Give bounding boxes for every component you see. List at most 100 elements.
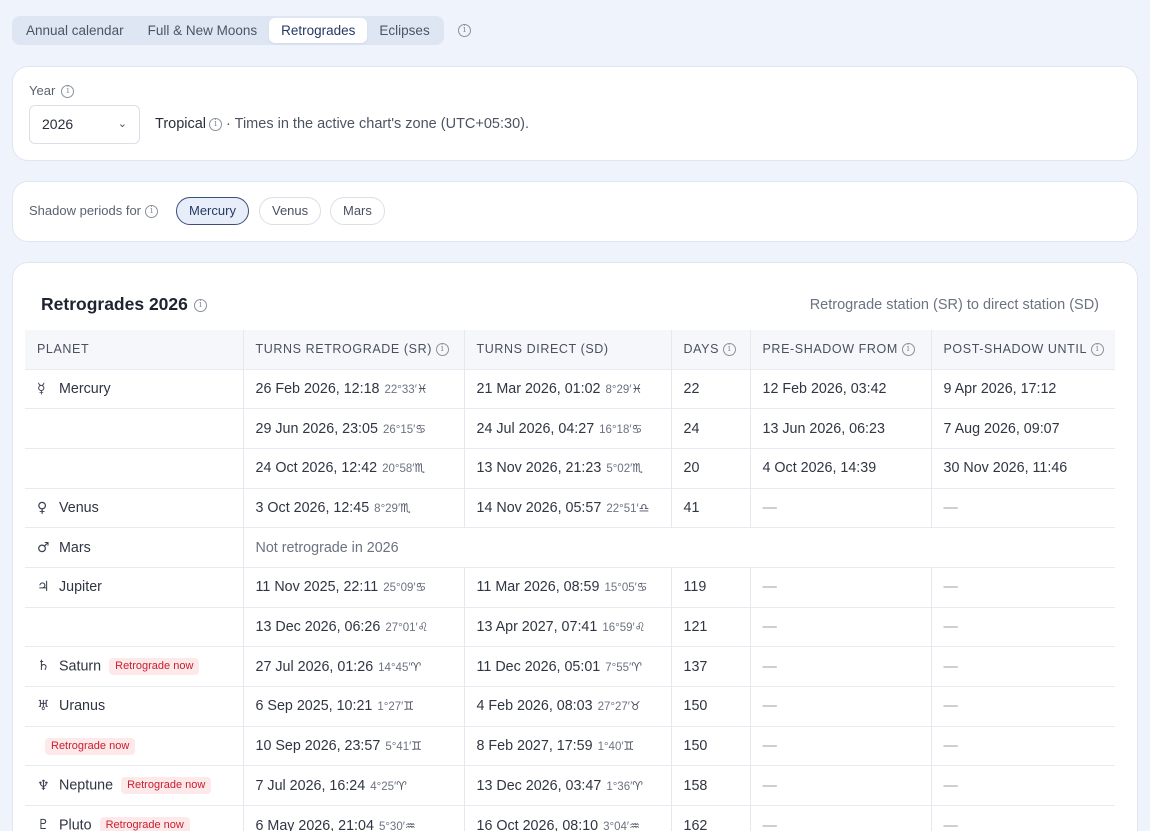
sd-degree: 27°27′ [597, 701, 630, 714]
days-cell: 22 [671, 368, 751, 409]
sd-cell: 4 Feb 2026, 08:03 27°27′♉ [464, 686, 672, 727]
info-icon[interactable]: i [436, 343, 449, 357]
info-icon[interactable]: i [61, 85, 75, 99]
sr-degree: 14°45′ [378, 661, 411, 674]
zodiac-sign-icon: ♎ [638, 500, 650, 515]
sd-cell: 13 Nov 2026, 21:23 5°02′♏ [464, 447, 672, 489]
pre-shadow-cell: — [750, 805, 932, 831]
planet-cell: ♆ Neptune Retrograde now [25, 765, 244, 806]
header-post-shadow: POST-SHADOW UNTIL i [931, 330, 1115, 369]
sr-cell: 6 Sep 2025, 10:21 1°27′♊ [243, 686, 465, 727]
post-shadow-cell: — [931, 686, 1115, 727]
planet-name: Uranus [59, 698, 106, 715]
post-shadow-cell: — [931, 765, 1115, 806]
zodiac-sign-icon: ♊ [623, 739, 635, 754]
days-cell: 24 [671, 408, 751, 449]
retrograde-now-badge: Retrograde now [121, 777, 212, 795]
sr-cell: 26 Feb 2026, 12:18 22°33′♓ [243, 368, 465, 409]
zone-note: · Times in the active chart's zone (UTC+… [226, 116, 530, 132]
sr-datetime: 26 Feb 2026, 12:18 [255, 380, 380, 397]
sd-cell: 11 Mar 2026, 08:59 15°05′♋ [464, 566, 672, 608]
tab-retrogrades[interactable]: Retrogrades [269, 18, 368, 43]
sd-degree: 16°59′ [602, 621, 635, 634]
table-title: Retrogrades 2026 [41, 294, 188, 314]
pre-shadow-cell: — [750, 606, 932, 647]
planet-name: Pluto [59, 817, 92, 831]
table-row: 29 Jun 2026, 23:05 26°15′♋ 24 Jul 2026, 04… [25, 408, 1115, 449]
zodiac-sign-icon: ♌ [634, 619, 646, 634]
info-icon[interactable]: i [458, 24, 471, 37]
sr-datetime: 24 Oct 2026, 12:42 [255, 460, 378, 477]
saturn-glyph-icon: ♄ [37, 658, 50, 675]
table-row: ♀ Venus 3 Oct 2026, 12:45 8°29′♏ 14 Nov 2026… [25, 487, 1115, 528]
tab-eclipses[interactable]: Eclipses [367, 18, 441, 43]
days-cell: 158 [671, 765, 751, 806]
sr-degree: 1°27′ [377, 701, 404, 714]
table-row: ♅ Uranus 6 Sep 2025, 10:21 1°27′♊ 4 Feb 2026… [25, 686, 1115, 727]
planet-cell [25, 408, 244, 449]
planet-cell [25, 447, 244, 489]
zodiac-sign-icon: ♋ [636, 580, 648, 595]
post-shadow-cell: — [931, 805, 1115, 831]
days-cell: 162 [671, 805, 751, 831]
sr-datetime: 29 Jun 2026, 23:05 [255, 420, 378, 437]
days-cell: 137 [671, 646, 751, 687]
zodiac-sign-icon: ♒ [404, 818, 416, 831]
sd-cell: 16 Oct 2026, 08:10 3°04′♒ [464, 805, 672, 831]
pluto-glyph-icon: ♇ [37, 817, 50, 831]
sd-cell: 13 Dec 2026, 03:47 1°36′♈ [464, 765, 672, 806]
pill-mercury[interactable]: Mercury [176, 197, 249, 225]
sd-degree: 3°04′ [603, 820, 630, 831]
sd-cell: 21 Mar 2026, 01:02 8°29′♓ [464, 368, 672, 409]
planet-name: Mercury [59, 380, 111, 397]
info-icon[interactable]: i [1091, 343, 1105, 357]
sd-datetime: 11 Dec 2026, 05:01 [476, 658, 601, 675]
sr-datetime: 13 Dec 2026, 06:26 [255, 618, 381, 635]
sd-cell: 8 Feb 2027, 17:59 1°40′♊ [464, 725, 672, 766]
sr-datetime: 3 Oct 2026, 12:45 [255, 499, 370, 516]
retrograde-now-badge: Retrograde now [99, 817, 190, 831]
table-header-row: PLANET TURNS RETROGRADE (SR) i TURNS DIRE… [25, 330, 1115, 369]
sr-cell: 6 May 2026, 21:04 5°30′♒ [243, 805, 465, 831]
zodiac-sign-icon: ♒ [629, 818, 640, 831]
sr-cell: 7 Jul 2026, 16:24 4°25′♈ [243, 765, 465, 806]
info-icon[interactable]: i [723, 343, 737, 357]
planet-cell: ♂ Mars [25, 527, 244, 568]
retrogrades-table-card: Retrogrades 2026 i Retrograde station (SR… [12, 262, 1138, 831]
sd-cell: 24 Jul 2026, 04:27 16°18′♋ [464, 408, 672, 449]
tab-annual-calendar[interactable]: Annual calendar [14, 18, 136, 43]
pill-venus[interactable]: Venus [259, 197, 322, 225]
sr-degree: 20°58′ [382, 463, 415, 476]
year-settings-card: Year i 2026 ⌄ Tropical i · Times in the act… [12, 66, 1138, 161]
zodiac-sign-icon: ♓ [416, 381, 428, 396]
sd-datetime: 13 Nov 2026, 21:23 [476, 460, 602, 477]
pill-mars[interactable]: Mars [330, 197, 385, 225]
pre-shadow-cell: 4 Oct 2026, 14:39 [750, 447, 932, 489]
zodiac-sign-icon: ♊ [411, 739, 423, 754]
planet-cell: ♀ Venus [25, 487, 244, 528]
planet-name: Saturn [59, 658, 102, 675]
year-select[interactable]: 2026 ⌄ [29, 105, 140, 144]
planet-name: Mars [59, 539, 91, 556]
header-days: DAYS i [671, 330, 751, 369]
jupiter-glyph-icon: ♃ [37, 579, 50, 596]
info-icon[interactable]: i [145, 205, 159, 219]
info-icon[interactable]: i [193, 298, 207, 312]
sd-cell: 11 Dec 2026, 05:01 7°55′♈ [464, 646, 672, 687]
header-turns-direct: TURNS DIRECT (SD) [464, 330, 672, 369]
sd-cell: 14 Nov 2026, 05:57 22°51′♎ [464, 487, 672, 528]
info-icon[interactable]: i [209, 117, 223, 131]
retrograde-now-badge: Retrograde now [45, 737, 136, 755]
planet-cell: ♄ Saturn Retrograde now [25, 646, 244, 687]
year-label: Year [29, 83, 56, 98]
zodiac-sign-icon: ♏ [414, 461, 426, 476]
sr-cell: 13 Dec 2026, 06:26 27°01′♌ [243, 606, 465, 647]
days-cell: 121 [671, 606, 751, 647]
days-cell: 119 [671, 566, 751, 608]
info-icon[interactable]: i [901, 343, 915, 357]
sd-datetime: 8 Feb 2027, 17:59 [476, 738, 593, 755]
zodiac-sign-icon: ♋ [415, 580, 427, 595]
sr-degree: 8°29′ [374, 502, 401, 515]
tab-full-new-moons[interactable]: Full & New Moons [136, 18, 270, 43]
sr-datetime: 27 Jul 2026, 01:26 [255, 658, 374, 675]
